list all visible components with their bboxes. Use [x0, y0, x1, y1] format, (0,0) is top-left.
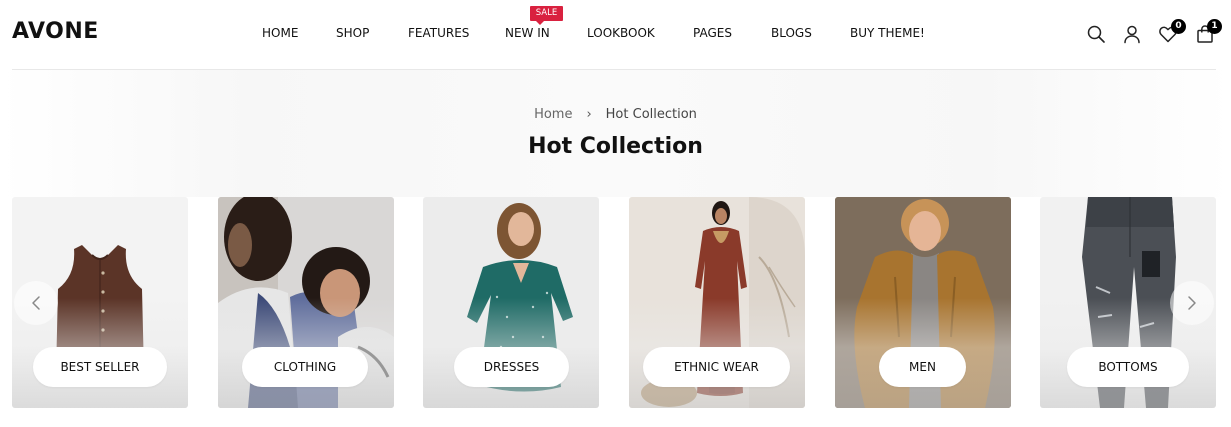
collection-card-dresses[interactable]: DRESSES	[423, 197, 599, 408]
nav-blogs[interactable]: BLOGS	[771, 26, 812, 40]
chevron-right-icon	[1188, 296, 1196, 310]
collection-card-clothing[interactable]: CLOTHING	[218, 197, 394, 408]
dresses-button[interactable]: DRESSES	[454, 347, 569, 387]
breadcrumb-separator: ›	[586, 107, 592, 122]
breadcrumb: Home › Hot Collection	[0, 107, 1231, 122]
collection-card-ethnic-wear[interactable]: ETHNIC WEAR	[629, 197, 805, 408]
clothing-button[interactable]: CLOTHING	[242, 347, 368, 387]
breadcrumb-current: Hot Collection	[605, 107, 697, 122]
bottoms-button[interactable]: BOTTOMS	[1067, 347, 1189, 387]
collection-card-men[interactable]: MEN	[835, 197, 1011, 408]
ethnic-wear-button[interactable]: ETHNIC WEAR	[643, 347, 790, 387]
men-button[interactable]: MEN	[879, 347, 966, 387]
sale-badge: SALE	[530, 6, 563, 25]
nav-features[interactable]: FEATURES	[408, 26, 469, 40]
wishlist-count: 0	[1171, 19, 1186, 34]
nav-pages[interactable]: PAGES	[693, 26, 732, 40]
user-icon[interactable]	[1122, 24, 1142, 44]
chevron-left-icon	[32, 296, 40, 310]
breadcrumb-home[interactable]: Home	[534, 107, 572, 122]
nav-home[interactable]: HOME	[262, 26, 298, 40]
carousel-next-button[interactable]	[1170, 281, 1214, 325]
nav-lookbook[interactable]: LOOKBOOK	[587, 26, 655, 40]
site-header: AVONE HOME SHOP FEATURES NEW IN LOOKBOOK…	[0, 0, 1231, 69]
collection-carousel: BEST SELLER CLOTHING DRESSES ETHNIC WEAR…	[0, 197, 1231, 408]
search-icon[interactable]	[1086, 24, 1106, 44]
cart-count: 1	[1207, 19, 1222, 34]
main-nav: HOME SHOP FEATURES NEW IN LOOKBOOK PAGES…	[0, 26, 1231, 42]
carousel-prev-button[interactable]	[14, 281, 58, 325]
nav-buy-theme[interactable]: BUY THEME!	[850, 26, 925, 40]
nav-shop[interactable]: SHOP	[336, 26, 369, 40]
best-seller-button[interactable]: BEST SELLER	[33, 347, 167, 387]
page-title: Hot Collection	[528, 134, 703, 159]
nav-new-in[interactable]: NEW IN	[505, 26, 550, 40]
